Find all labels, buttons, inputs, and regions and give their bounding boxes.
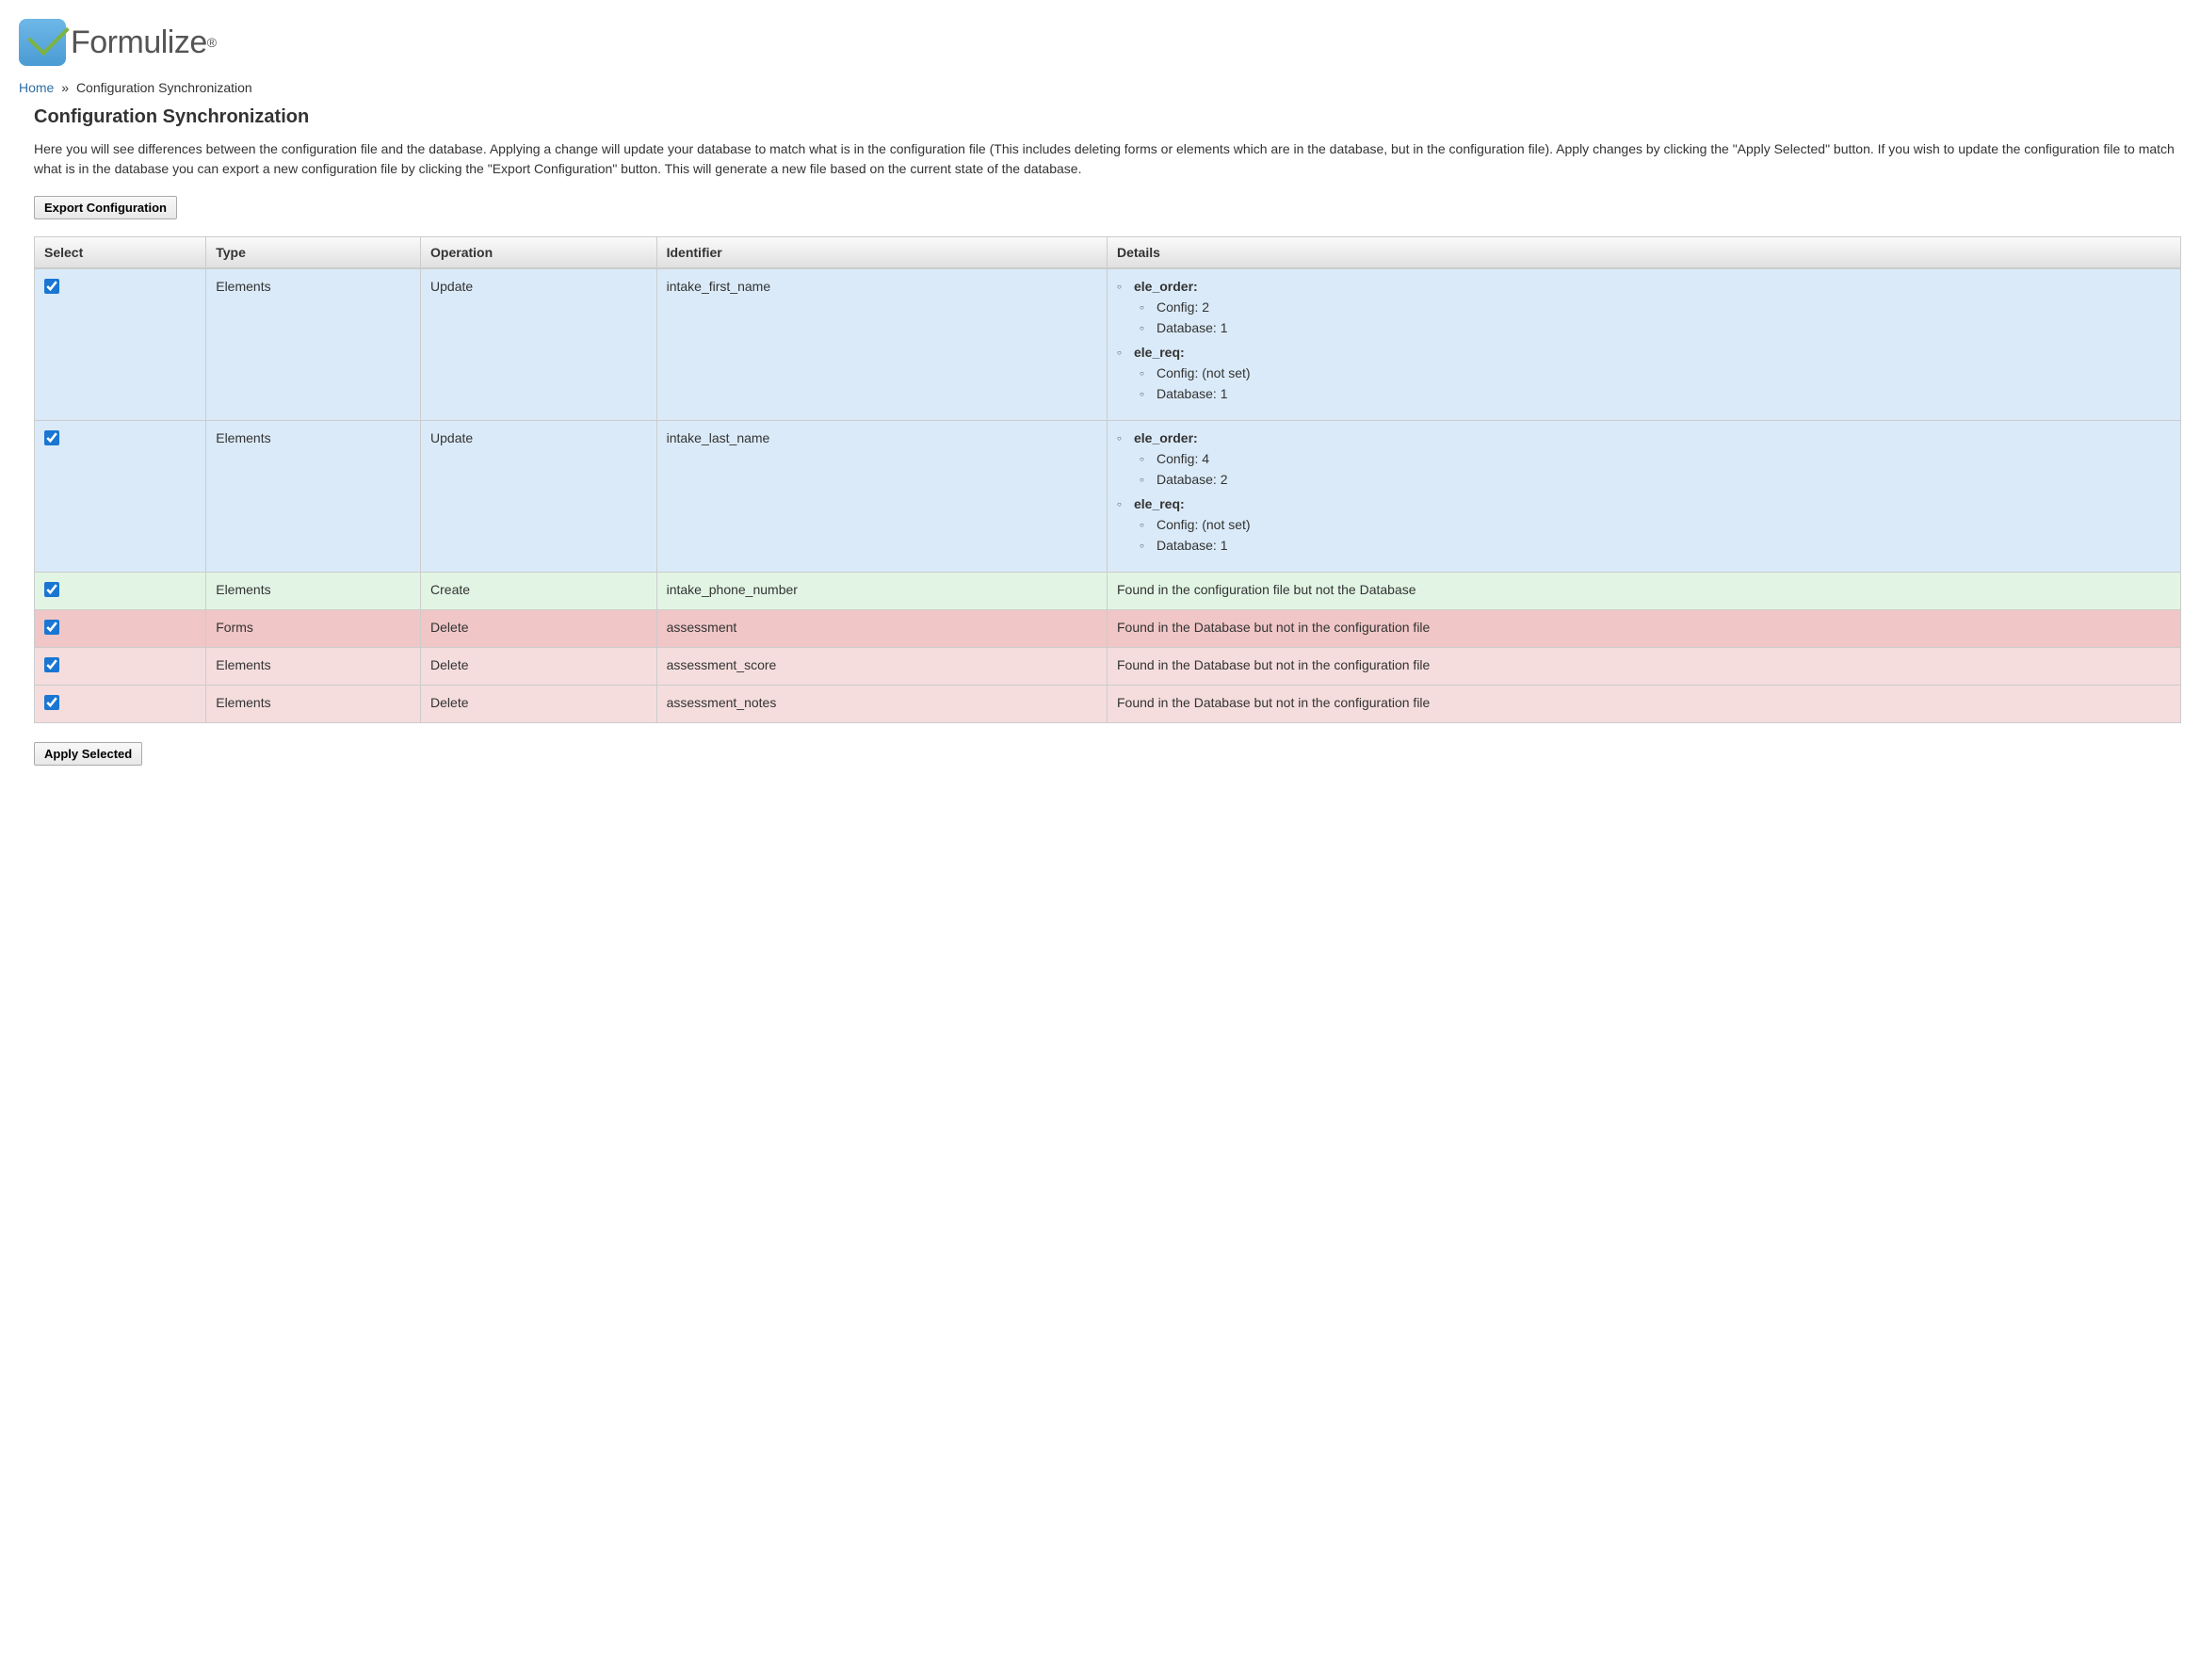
cell-identifier: assessment_score — [657, 648, 1108, 686]
cell-details: Found in the configuration file but not … — [1108, 573, 2180, 610]
cell-identifier: intake_last_name — [657, 421, 1108, 573]
cell-operation: Delete — [421, 648, 657, 686]
cell-details: Found in the Database but not in the con… — [1108, 610, 2180, 648]
cell-type: Elements — [206, 421, 421, 573]
table-header-type: Type — [206, 237, 421, 269]
diff-config-value: Config: (not set) — [1140, 517, 2171, 532]
diff-database-value: Database: 1 — [1140, 320, 2171, 335]
details-sublist: Config: 2 Database: 1 — [1134, 299, 2171, 335]
page-description: Here you will see differences between th… — [34, 139, 2181, 179]
select-checkbox[interactable] — [44, 279, 59, 294]
cell-type: Elements — [206, 686, 421, 722]
diff-key-label: ele_req: — [1134, 345, 1185, 360]
cell-type: Elements — [206, 269, 421, 421]
breadcrumb-separator: » — [61, 80, 69, 95]
breadcrumb: Home » Configuration Synchronization — [19, 80, 2181, 95]
select-checkbox[interactable] — [44, 430, 59, 445]
cell-identifier: assessment_notes — [657, 686, 1108, 722]
cell-select — [35, 610, 206, 648]
logo: Formulize® — [19, 19, 2181, 66]
diff-key-label: ele_order: — [1134, 279, 1198, 294]
table-row: ElementsDeleteassessment_notesFound in t… — [35, 686, 2180, 722]
logo-text: Formulize — [71, 24, 207, 61]
details-diff-item: ele_order: Config: 4 Database: 2 — [1117, 430, 2171, 487]
table-row: ElementsDeleteassessment_scoreFound in t… — [35, 648, 2180, 686]
table-row: ElementsUpdateintake_first_nameele_order… — [35, 269, 2180, 421]
details-diff-item: ele_req: Config: (not set) Database: 1 — [1117, 345, 2171, 401]
export-configuration-button[interactable]: Export Configuration — [34, 196, 177, 219]
details-diff-item: ele_req: Config: (not set) Database: 1 — [1117, 496, 2171, 553]
cell-operation: Update — [421, 269, 657, 421]
cell-identifier: assessment — [657, 610, 1108, 648]
table-row: FormsDeleteassessmentFound in the Databa… — [35, 610, 2180, 648]
cell-details: ele_order: Config: 2 Database: 1 ele_req: Co… — [1108, 269, 2180, 421]
logo-checkmark-icon — [19, 19, 66, 66]
diff-database-value: Database: 1 — [1140, 538, 2171, 553]
details-diff-item: ele_order: Config: 2 Database: 1 — [1117, 279, 2171, 335]
diff-key-label: ele_req: — [1134, 496, 1185, 511]
cell-select — [35, 421, 206, 573]
diff-key-label: ele_order: — [1134, 430, 1198, 445]
cell-operation: Update — [421, 421, 657, 573]
details-list: ele_order: Config: 2 Database: 1 ele_req: Co… — [1117, 279, 2171, 401]
diff-config-value: Config: 4 — [1140, 451, 2171, 466]
select-checkbox[interactable] — [44, 582, 59, 597]
cell-type: Forms — [206, 610, 421, 648]
cell-select — [35, 269, 206, 421]
breadcrumb-current: Configuration Synchronization — [76, 80, 252, 95]
table-header-select: Select — [35, 237, 206, 269]
select-checkbox[interactable] — [44, 620, 59, 635]
cell-details: ele_order: Config: 4 Database: 2 ele_req: Co… — [1108, 421, 2180, 573]
cell-select — [35, 573, 206, 610]
cell-identifier: intake_first_name — [657, 269, 1108, 421]
cell-select — [35, 648, 206, 686]
select-checkbox[interactable] — [44, 657, 59, 672]
logo-registered: ® — [207, 35, 217, 50]
diff-config-value: Config: (not set) — [1140, 365, 2171, 380]
cell-type: Elements — [206, 573, 421, 610]
breadcrumb-home-link[interactable]: Home — [19, 80, 54, 95]
table-header-details: Details — [1108, 237, 2180, 269]
cell-operation: Delete — [421, 610, 657, 648]
cell-type: Elements — [206, 648, 421, 686]
details-list: ele_order: Config: 4 Database: 2 ele_req: Co… — [1117, 430, 2171, 553]
diff-config-value: Config: 2 — [1140, 299, 2171, 315]
details-sublist: Config: 4 Database: 2 — [1134, 451, 2171, 487]
diff-database-value: Database: 2 — [1140, 472, 2171, 487]
table-row: ElementsUpdateintake_last_nameele_order:… — [35, 421, 2180, 573]
select-checkbox[interactable] — [44, 695, 59, 710]
cell-select — [35, 686, 206, 722]
cell-details: Found in the Database but not in the con… — [1108, 648, 2180, 686]
table-header-operation: Operation — [421, 237, 657, 269]
table-row: ElementsCreateintake_phone_numberFound i… — [35, 573, 2180, 610]
cell-operation: Delete — [421, 686, 657, 722]
details-sublist: Config: (not set) Database: 1 — [1134, 517, 2171, 553]
cell-identifier: intake_phone_number — [657, 573, 1108, 610]
cell-operation: Create — [421, 573, 657, 610]
details-sublist: Config: (not set) Database: 1 — [1134, 365, 2171, 401]
apply-selected-button[interactable]: Apply Selected — [34, 742, 142, 766]
table-header-identifier: Identifier — [657, 237, 1108, 269]
cell-details: Found in the Database but not in the con… — [1108, 686, 2180, 722]
page-title: Configuration Synchronization — [34, 106, 2181, 128]
configuration-diff-table: Select Type Operation Identifier Details… — [34, 236, 2181, 723]
diff-database-value: Database: 1 — [1140, 386, 2171, 401]
